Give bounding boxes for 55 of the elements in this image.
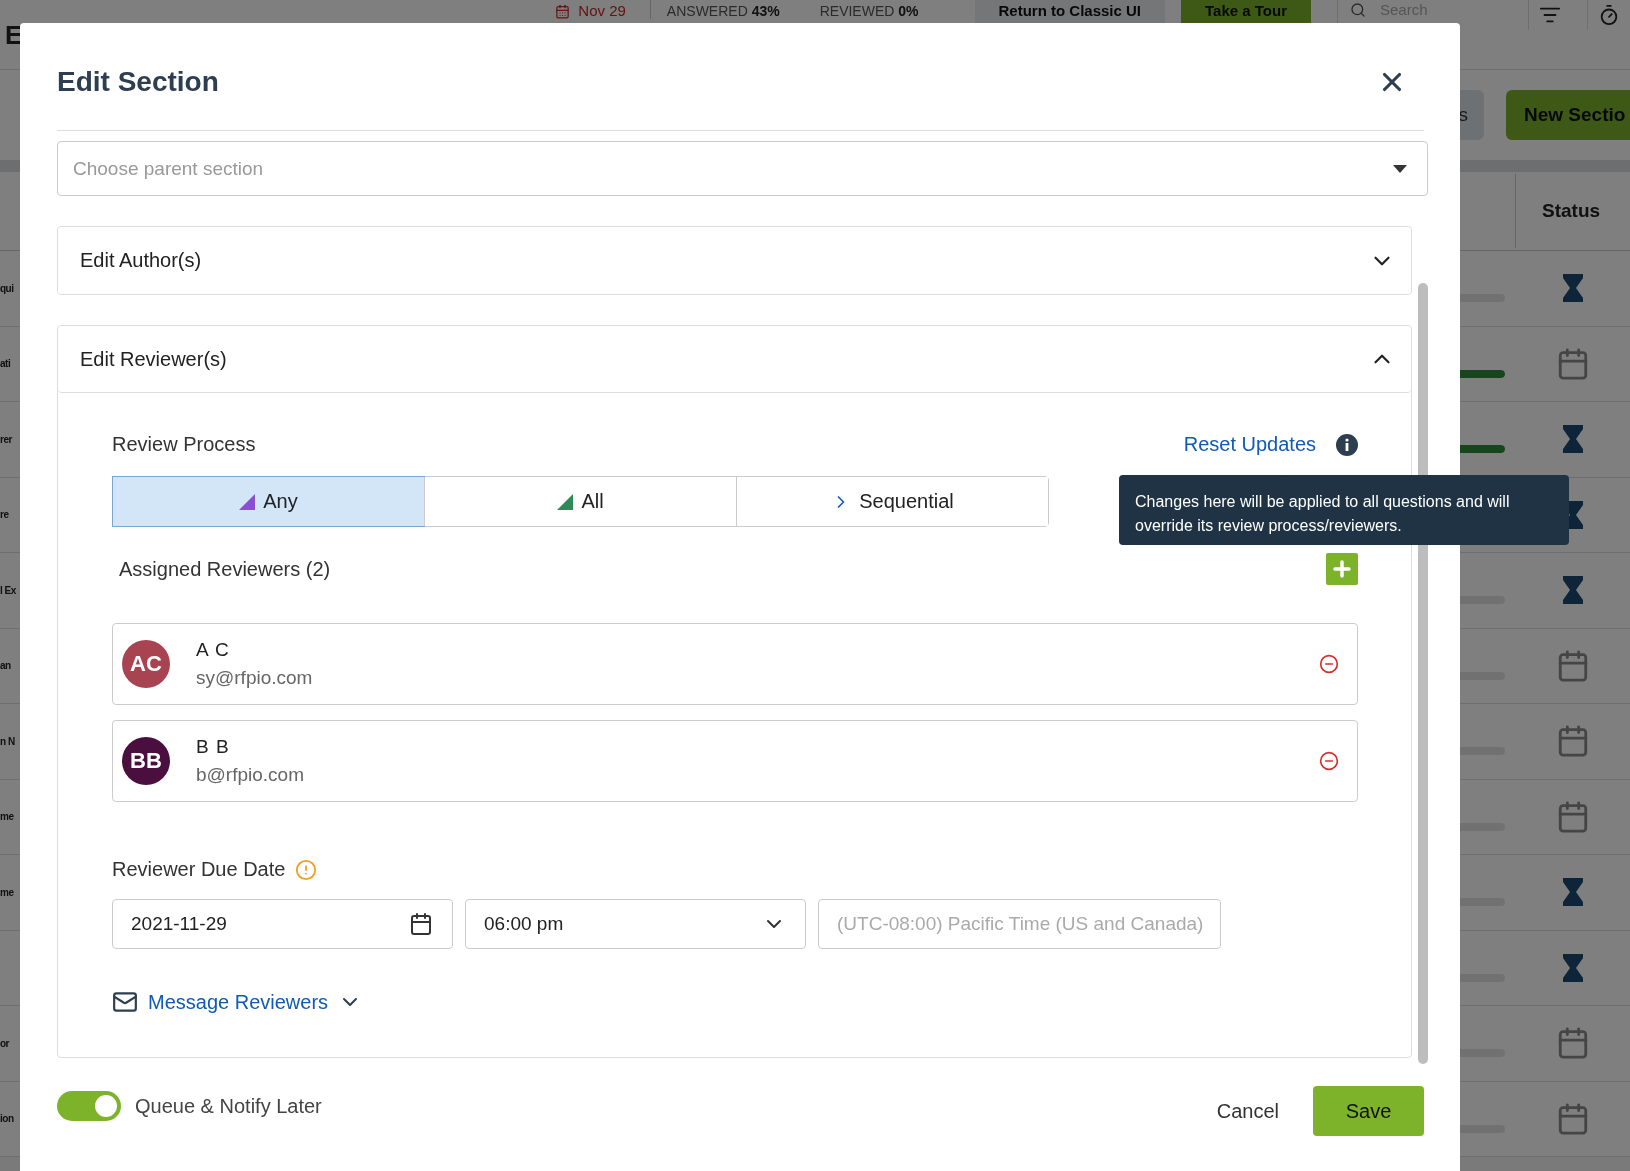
hourglass-icon (1561, 273, 1584, 304)
warning-icon (295, 858, 318, 881)
remove-icon[interactable] (1319, 751, 1339, 771)
row-label: me (0, 886, 14, 898)
tooltip: Changes here will be applied to all questions and will override its review process/reviewers. (1119, 475, 1569, 545)
row-label: rer (0, 433, 12, 445)
mail-icon (112, 989, 138, 1015)
info-icon[interactable] (1336, 433, 1358, 456)
date-field[interactable]: 2021-11-29 (112, 899, 453, 949)
time-select[interactable]: 06:00 pm (465, 899, 806, 949)
review-process-label: Review Process (112, 433, 256, 456)
cancel-button[interactable]: Cancel (1206, 1089, 1289, 1133)
reviewer-name: A C (196, 639, 231, 661)
reset-updates-link[interactable]: Reset Updates (1183, 433, 1316, 456)
row-label: an (0, 660, 11, 672)
message-reviewers-link[interactable]: Message Reviewers (148, 990, 329, 1014)
reviewed-stat: REVIEWED 0% (818, 2, 919, 19)
hourglass-icon (1561, 575, 1584, 606)
calendar-icon[interactable] (409, 912, 433, 936)
remove-icon[interactable] (1319, 654, 1339, 674)
assigned-reviewers-label: Assigned Reviewers (2) (119, 557, 331, 581)
process-option[interactable]: Any (113, 477, 424, 526)
hourglass-icon (1561, 877, 1584, 908)
calendar-icon (555, 3, 571, 19)
queue-toggle[interactable] (57, 1091, 121, 1121)
row-label: me (0, 811, 14, 823)
hourglass-icon (1561, 952, 1584, 983)
row-label: qui (0, 282, 14, 294)
avatar: BB (122, 737, 170, 785)
reviewer-name: B B (196, 736, 231, 758)
accordion-header[interactable]: Edit Reviewer(s) (58, 326, 1411, 393)
row-label: n N (0, 735, 15, 747)
queue-toggle-label: Queue & Notify Later (135, 1094, 322, 1118)
column-header: Status (1515, 174, 1630, 248)
triangle-icon (557, 493, 574, 510)
accordion-header[interactable]: Edit Author(s) (58, 227, 1411, 294)
row-label: re (0, 509, 9, 521)
row-label: ion (0, 1113, 14, 1125)
timezone-field[interactable]: (UTC-08:00) Pacific Time (US and Canada) (818, 899, 1221, 949)
row-label: or (0, 1037, 9, 1049)
save-button[interactable]: Save (1313, 1086, 1424, 1136)
process-option[interactable]: Sequential (736, 477, 1048, 526)
triangle-icon (239, 493, 256, 510)
row-label: ati (0, 358, 11, 370)
reviewer-email: sy@rfpio.com (196, 667, 314, 689)
avatar: AC (122, 640, 170, 688)
plus-icon (1330, 557, 1354, 581)
due-date: Nov 29 (578, 3, 626, 19)
dialog-title: Edit Section (57, 65, 219, 98)
search-icon (1350, 2, 1366, 18)
row-label: l Ex (0, 584, 16, 596)
hourglass-icon (1561, 424, 1584, 455)
reviewer-email: b@rfpio.com (196, 764, 305, 786)
due-date-label: Reviewer Due Date (112, 858, 286, 881)
answered-stat: ANSWERED 43% (649, 0, 780, 19)
